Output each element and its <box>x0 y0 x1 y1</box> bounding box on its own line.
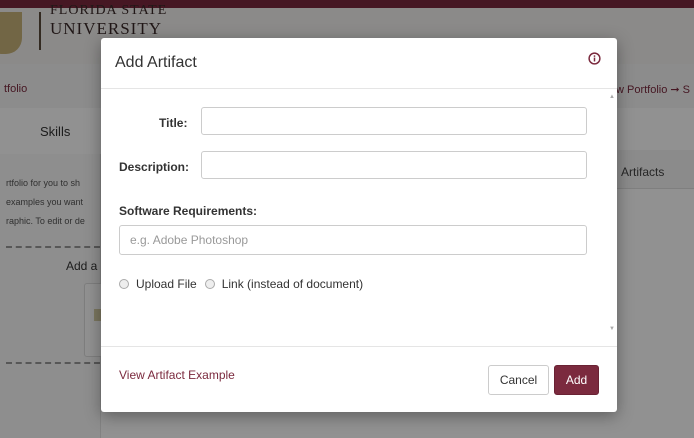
upload-file-radio[interactable] <box>119 279 129 289</box>
artifact-type-options: Upload File Link (instead of document) <box>119 277 371 291</box>
software-requirements-input[interactable] <box>119 225 587 255</box>
link-label: Link (instead of document) <box>221 277 364 291</box>
link-radio[interactable] <box>204 279 215 289</box>
modal-scrollbar[interactable] <box>606 89 615 343</box>
modal-header: Add Artifact <box>101 38 617 89</box>
upload-file-label: Upload File <box>136 277 197 291</box>
title-label: Title: <box>159 116 188 130</box>
link-option[interactable]: Link (instead of document) <box>204 277 364 291</box>
description-input[interactable] <box>201 151 587 179</box>
modal-body[interactable]: Title: Description: Software Requirement… <box>101 89 617 345</box>
modal-title: Add Artifact <box>115 54 197 71</box>
add-artifact-modal: Add Artifact Title: Description: Softwar… <box>101 38 617 412</box>
scroll-down-arrow-icon[interactable]: ▼ <box>609 326 615 332</box>
info-icon[interactable] <box>588 52 601 65</box>
view-artifact-example-link[interactable]: View Artifact Example <box>119 368 235 382</box>
scroll-up-arrow-icon[interactable]: ▲ <box>609 94 615 100</box>
add-button[interactable]: Add <box>554 365 599 395</box>
cancel-button[interactable]: Cancel <box>488 365 549 395</box>
software-requirements-label: Software Requirements: <box>119 204 258 218</box>
modal-footer: View Artifact Example Cancel Add <box>101 346 617 413</box>
description-label: Description: <box>119 160 190 174</box>
title-input[interactable] <box>201 107 587 135</box>
upload-file-option[interactable]: Upload File <box>119 277 197 291</box>
